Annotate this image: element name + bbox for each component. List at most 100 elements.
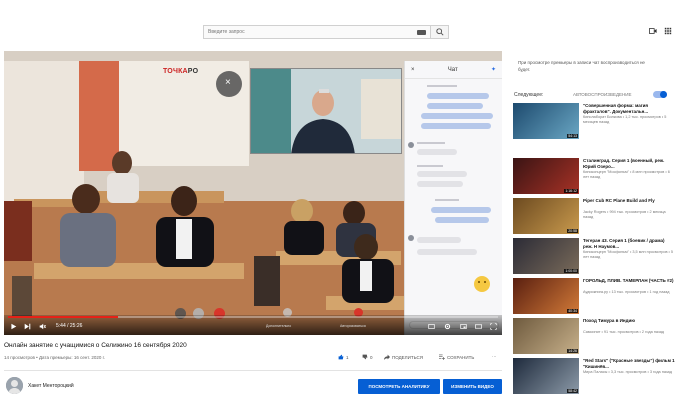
brand-logo: ТОЧКАРО	[163, 68, 199, 75]
miniplayer-icon[interactable]	[460, 323, 467, 330]
video-thumbnail[interactable]: 1:16:12	[513, 158, 579, 194]
next-icon[interactable]	[24, 323, 31, 330]
settings-icon[interactable]	[444, 323, 451, 330]
chat-message	[427, 103, 483, 109]
progress-bar[interactable]	[8, 316, 498, 318]
dislike-button[interactable]: 0	[362, 354, 373, 360]
chat-menu-icon[interactable]: ✦	[491, 66, 496, 73]
chat-message	[431, 207, 491, 213]
playlist-add-icon	[439, 354, 445, 360]
autoplay-label: АВТОВОСПРОИЗВЕДЕНИЕ	[573, 92, 632, 97]
search-icon	[435, 28, 444, 36]
create-video-icon[interactable]	[649, 27, 657, 35]
share-button[interactable]: ПОДЕЛИТЬСЯ	[384, 354, 423, 360]
video-meta: Мира Паласы • 3,3 тыс. просмотров • 3 го…	[583, 370, 672, 374]
time-display: 5:44 / 25:26	[56, 323, 83, 329]
chat-message	[417, 249, 477, 255]
recommended-video[interactable]: 14:26 Поход Тимура в Индию Самсинит • 91 т…	[513, 318, 673, 354]
recommended-video[interactable]: 40:34 ГОРОЛЬД, ПЛИВ. ТАМЕРЛАН (ЧАСТЬ #2) А…	[513, 278, 675, 314]
fullscreen-icon[interactable]	[490, 323, 497, 330]
video-thumbnail[interactable]: 40:34	[513, 278, 579, 314]
teacher-webcam-overlay	[250, 68, 402, 154]
chat-avatar	[408, 235, 414, 241]
video-title[interactable]: ГОРОЛЬД, ПЛИВ. ТАМЕРЛАН (ЧАСТЬ #2)	[583, 278, 675, 284]
smile-emoji-icon	[474, 276, 490, 292]
video-duration: 1:16:12	[564, 189, 578, 193]
premiere-info: При просмотре премьеры в записи чат восп…	[508, 54, 668, 80]
recommended-video[interactable]: 20:58 Piper Cub RC Plane Build and Fly Jac…	[513, 198, 673, 234]
video-thumbnail[interactable]: 58:42	[513, 358, 579, 394]
chat-close-icon[interactable]: ×	[411, 67, 415, 73]
close-overlay-button[interactable]: ×	[216, 71, 242, 97]
channel-avatar-image	[6, 377, 23, 394]
video-title[interactable]: "Red Stars" ("Красные звезды") фильм 1 "…	[583, 358, 675, 369]
video-title[interactable]: Тегеран 43. Серия 1 (боевик / драма) реж…	[583, 238, 675, 249]
thumbs-up-icon	[338, 354, 344, 360]
video-thumbnail[interactable]: 20:58	[513, 198, 579, 234]
control-label: Дополнительно	[266, 324, 292, 328]
video-thumbnail[interactable]: 14:26	[513, 318, 579, 354]
recommended-video[interactable]: 54:13 "Совершенная форма: магия фракталов…	[513, 103, 673, 139]
recommended-video[interactable]: 58:42 "Red Stars" ("Красные звезды") филь…	[513, 358, 675, 394]
video-title: Онлайн занятие с учащимися о Селижино 16…	[4, 342, 187, 349]
video-thumbnail[interactable]: 1:00:00	[513, 238, 579, 274]
search-button[interactable]	[431, 25, 449, 39]
chat-message	[435, 217, 489, 223]
save-button[interactable]: СОХРАНИТЬ	[439, 354, 474, 360]
chat-messages	[405, 79, 502, 319]
video-duration: 54:13	[567, 134, 578, 138]
chat-title: Чат	[447, 66, 458, 73]
chat-message	[417, 171, 467, 177]
view-analytics-button[interactable]: ПОСМОТРЕТЬ АНАЛИТИКУ	[358, 379, 440, 394]
top-bar	[0, 0, 677, 44]
chat-message	[427, 93, 489, 99]
up-next-label: Следующее:	[514, 92, 544, 98]
video-title[interactable]: Piper Cub RC Plane Build and Fly	[583, 198, 675, 204]
subtitles-icon[interactable]	[428, 323, 435, 330]
control-label: Авторизоваться	[340, 324, 366, 328]
chat-message	[421, 113, 493, 119]
video-player[interactable]: ТОЧКАРО × × Чат ✦ 5:44 / 25:26 Дополните…	[4, 51, 502, 335]
autoplay-toggle[interactable]	[653, 91, 667, 98]
edit-video-button[interactable]: ИЗМЕНИТЬ ВИДЕО	[443, 379, 502, 394]
divider	[4, 370, 502, 371]
video-title[interactable]: "Совершенная форма: магия фракталов". До…	[583, 103, 675, 114]
video-meta: Киноконцерн "Мосфильм" • 3,5 млн просмот…	[583, 250, 674, 259]
theater-mode-icon[interactable]	[475, 323, 482, 330]
chat-panel: × Чат ✦	[404, 61, 502, 335]
chat-message	[417, 181, 463, 187]
play-icon[interactable]	[10, 323, 17, 330]
like-button[interactable]: 1	[338, 354, 349, 360]
thumbs-down-icon	[362, 354, 368, 360]
player-controls: 5:44 / 25:26 Дополнительно Авторизоватьс…	[4, 315, 502, 335]
video-meta: 14 просмотров • Дата премьеры: 16 сент. …	[4, 355, 105, 360]
keyboard-icon[interactable]	[417, 29, 426, 35]
chat-message	[421, 123, 491, 129]
more-horizontal-icon: ···	[492, 354, 497, 359]
channel-avatar[interactable]	[6, 377, 23, 394]
video-title[interactable]: Сталинград. Серия 1 (военный, реж. Юрий …	[583, 158, 675, 169]
video-duration: 58:42	[567, 389, 578, 393]
teacher-webcam-image	[251, 69, 401, 153]
video-meta: Аудиокнига.ру • 13 тыс. просмотров • 1 г…	[583, 290, 670, 294]
chat-avatar	[408, 142, 414, 148]
recommended-video[interactable]: 1:00:00 Тегеран 43. Серия 1 (боевик / дра…	[513, 238, 673, 274]
video-meta: Кинолаборат Билкова • 1,2 тыс. просмотро…	[583, 115, 667, 124]
apps-grid-icon[interactable]	[664, 27, 672, 35]
chat-message	[417, 149, 457, 155]
recommended-video[interactable]: 1:16:12 Сталинград. Серия 1 (военный, реж…	[513, 158, 673, 194]
chat-header: × Чат ✦	[405, 61, 502, 79]
video-duration: 1:00:00	[564, 269, 578, 273]
search-box[interactable]	[203, 25, 431, 39]
progress-fill	[8, 316, 119, 318]
search-input[interactable]	[204, 26, 417, 38]
more-actions-button[interactable]: ···	[492, 354, 497, 359]
video-title[interactable]: Поход Тимура в Индию	[583, 318, 675, 324]
video-duration: 40:34	[567, 309, 578, 313]
video-meta: Jacky Rogers • 994 тыс. просмотров • 2 м…	[583, 210, 666, 219]
video-meta: Киноконцерн "Мосфильм" • 8 млн просмотро…	[583, 170, 670, 179]
video-thumbnail[interactable]: 54:13	[513, 103, 579, 139]
channel-name[interactable]: Хакет Ментороцкий	[28, 383, 74, 389]
video-meta: Самсинит • 91 тыс. просмотров • 2 года н…	[583, 330, 665, 334]
volume-muted-icon[interactable]	[39, 323, 46, 330]
